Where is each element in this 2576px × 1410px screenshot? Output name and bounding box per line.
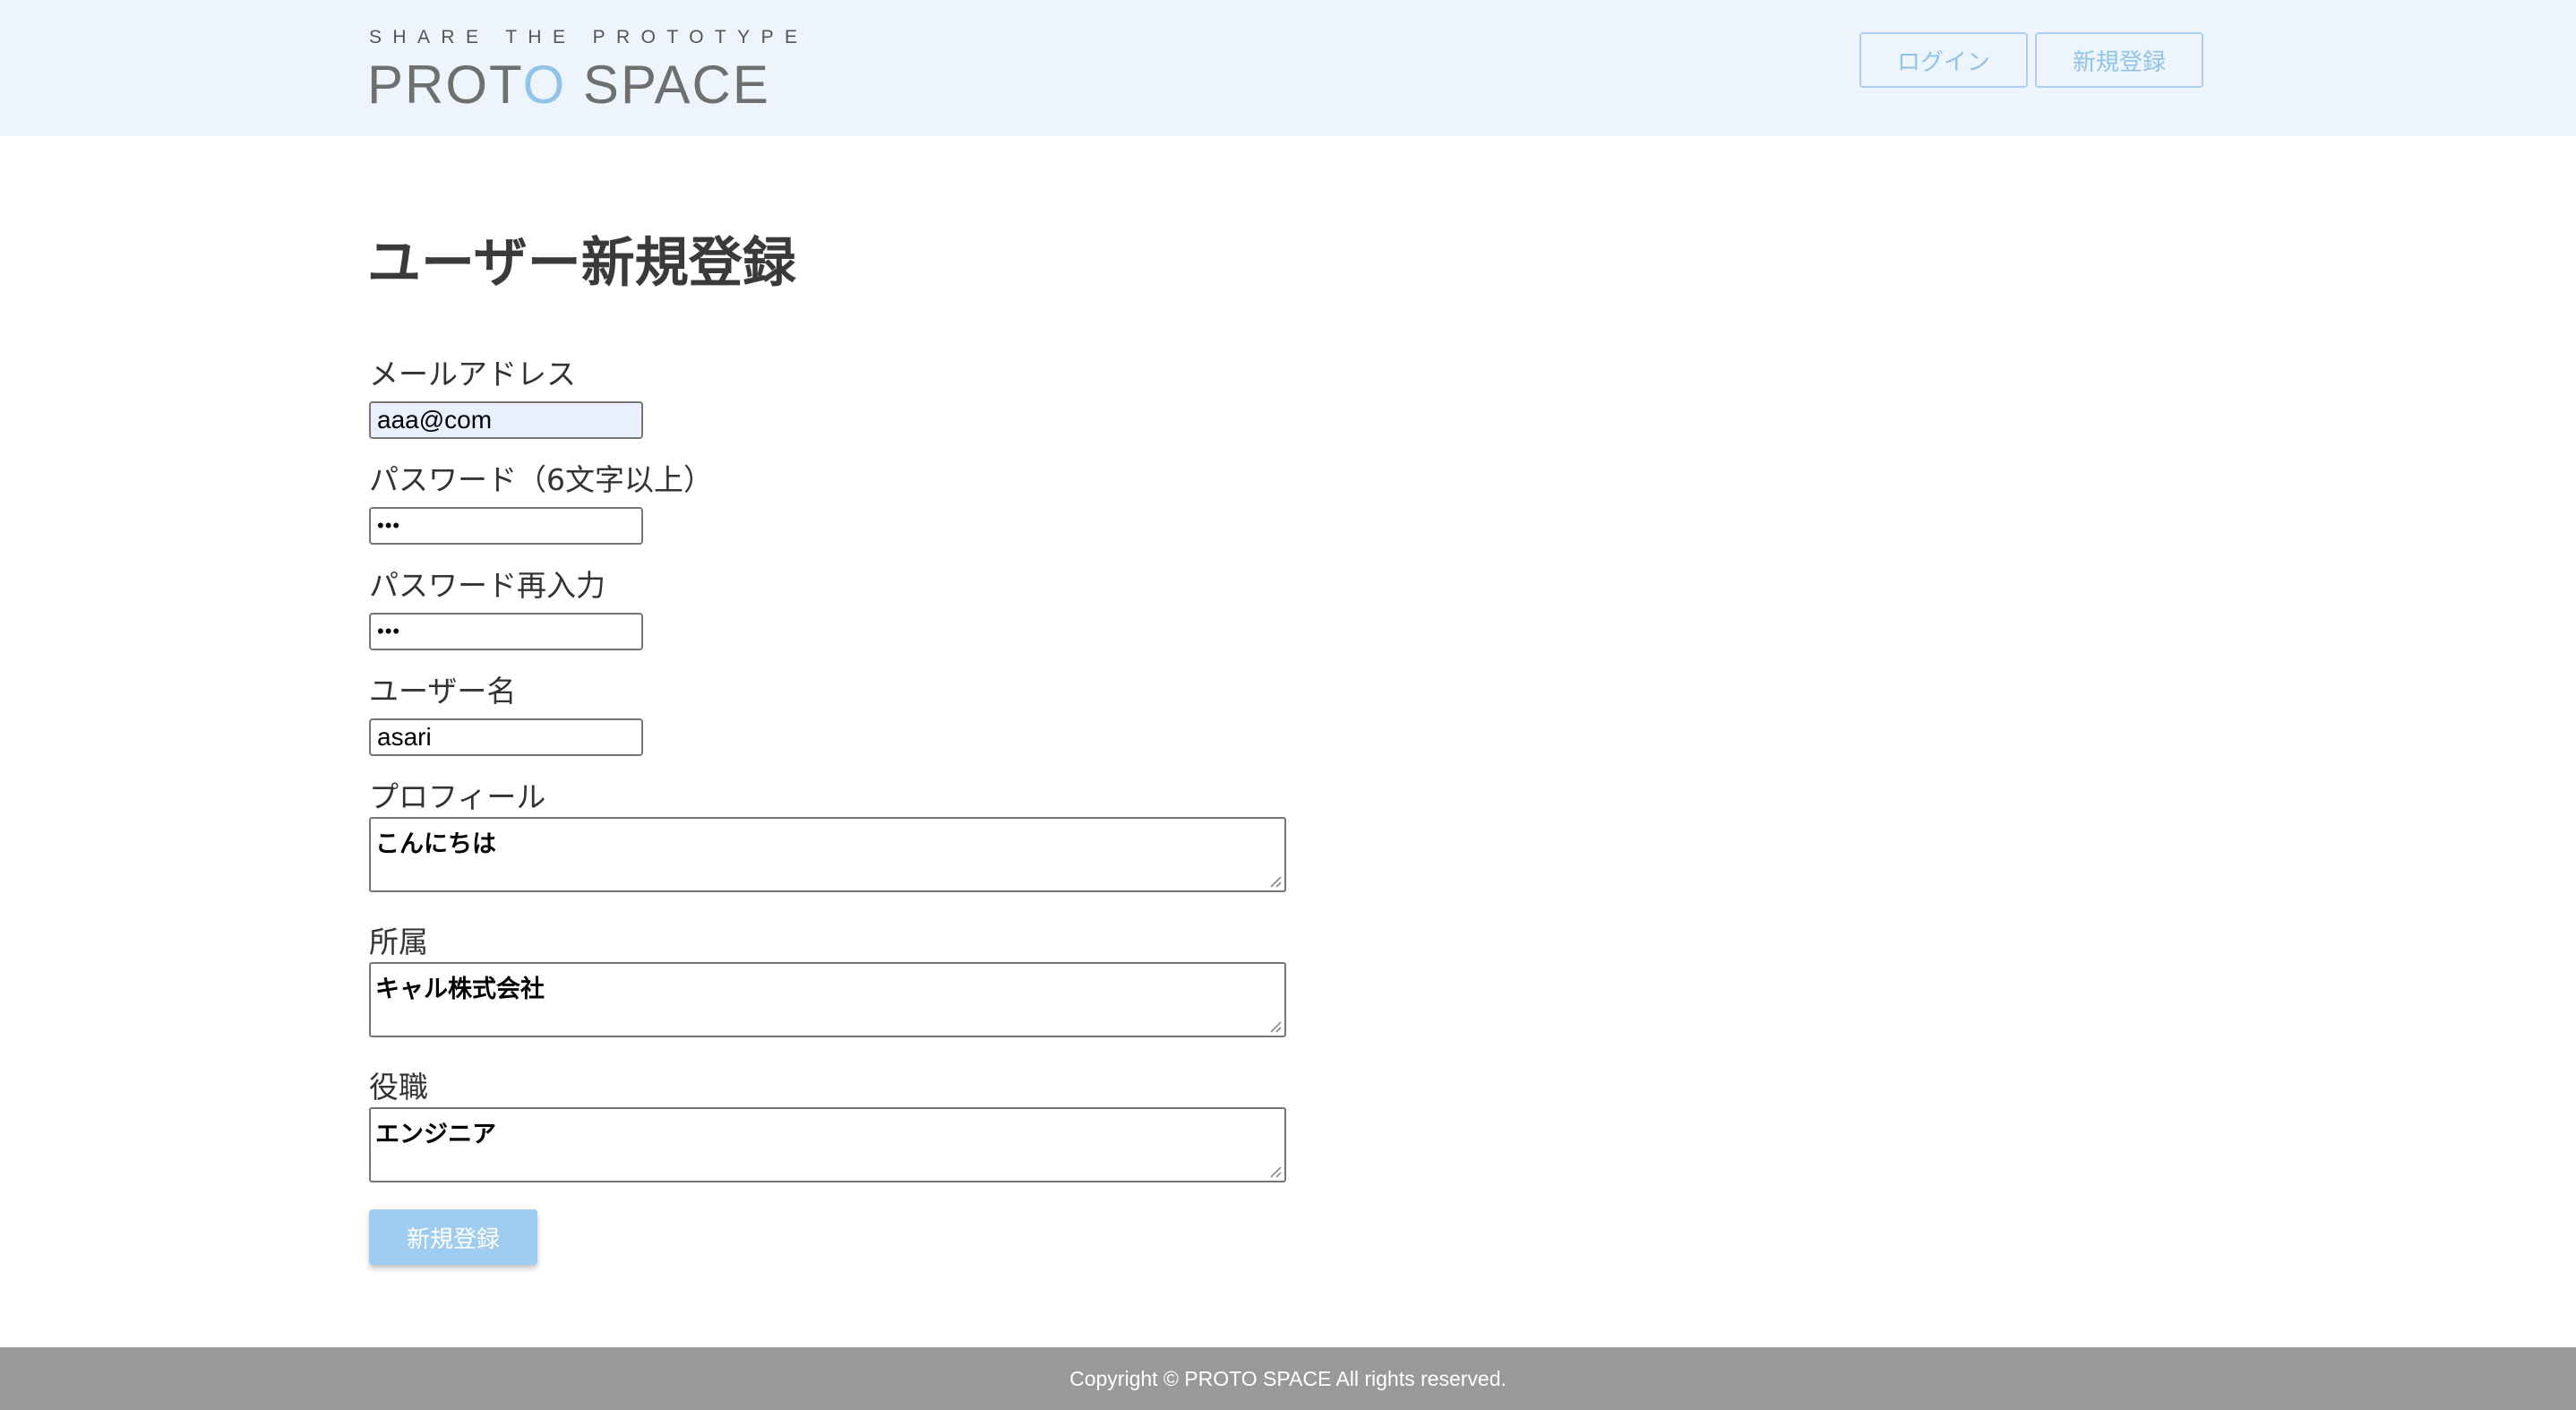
login-button[interactable]: ログイン [1859,32,2028,88]
affiliation-textarea-value: キャル株式会社 [375,976,545,1003]
submit-signup-button[interactable]: 新規登録 [369,1209,537,1265]
position-textarea[interactable]: エンジニア [369,1107,1286,1182]
affiliation-textarea[interactable]: キャル株式会社 [369,962,1286,1037]
username-field[interactable]: asari [369,718,643,756]
position-label: 役職 [369,1070,428,1105]
resize-grip-icon[interactable] [1267,873,1282,888]
profile-label: プロフィール [369,779,546,814]
email-field[interactable]: aaa@com [369,401,643,439]
site-header: SHARE THE PROTOTYPE PROTO SPACE ログイン 新規登… [0,0,2576,136]
position-textarea-value: エンジニア [375,1121,496,1148]
affiliation-label: 所属 [369,924,428,959]
profile-textarea[interactable]: こんにちは [369,817,1286,892]
password-confirm-label: パスワード再入力 [369,568,605,603]
email-label: メールアドレス [369,357,576,391]
site-footer: Copyright © PROTO SPACE All rights reser… [0,1347,2576,1410]
logo-wordmark: PROTO SPACE [367,54,770,116]
resize-grip-icon[interactable] [1267,1164,1282,1178]
logo-wordmark-part2: SPACE [566,55,770,115]
profile-textarea-value: こんにちは [375,830,496,858]
resize-grip-icon[interactable] [1267,1019,1282,1033]
password-field[interactable]: ••• [369,507,643,545]
logo-wordmark-accent: O [522,55,567,115]
logo-wordmark-part1: PROT [367,55,523,115]
password-label: パスワード（6文字以上） [369,462,713,497]
signup-header-button[interactable]: 新規登録 [2035,32,2203,88]
copyright-text: Copyright © PROTO SPACE All rights reser… [1069,1366,1507,1390]
username-label: ユーザー名 [369,674,517,709]
site-logo[interactable]: SHARE THE PROTOTYPE PROTO SPACE [367,27,797,115]
password-confirm-field[interactable]: ••• [369,613,643,650]
page-title: ユーザー新規登録 [367,232,796,295]
logo-tagline: SHARE THE PROTOTYPE [369,27,809,47]
